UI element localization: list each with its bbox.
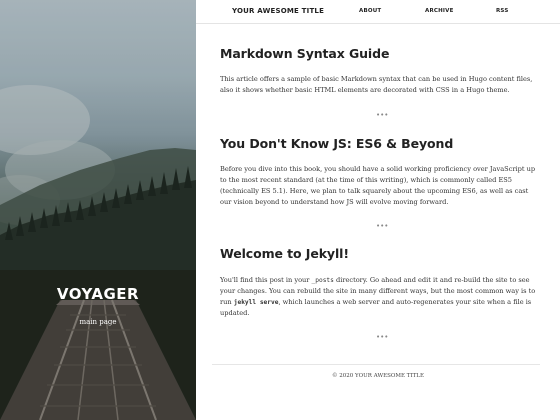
footer-copyright: © 2020 YOUR AWESOME TITLE xyxy=(332,373,424,379)
summary-text: You'll find this post in your xyxy=(220,276,312,284)
post-title-markdown-syntax-guide[interactable]: Markdown Syntax Guide xyxy=(220,46,389,61)
hero-subtitle: main page xyxy=(79,318,117,326)
post-title-es6-beyond[interactable]: You Don't Know JS: ES6 & Beyond xyxy=(220,136,453,151)
hero-panel: VOYAGER main page xyxy=(0,0,196,420)
post-summary: You'll find this post in your _posts dir… xyxy=(220,275,540,319)
post-separator: ••• xyxy=(376,333,389,341)
nav-link-about[interactable]: ABOUT xyxy=(359,8,381,14)
hero-title[interactable]: VOYAGER xyxy=(0,285,196,303)
inline-code: _posts xyxy=(311,277,334,284)
site-title-link[interactable]: YOUR AWESOME TITLE xyxy=(232,7,324,15)
footer-divider xyxy=(212,364,540,365)
post-summary: Before you dive into this book, you shou… xyxy=(220,165,536,206)
post-separator: ••• xyxy=(376,222,389,230)
post-separator: ••• xyxy=(376,111,389,119)
top-navbar: YOUR AWESOME TITLE ABOUT ARCHIVE RSS xyxy=(196,0,560,24)
post-title-welcome-to-jekyll[interactable]: Welcome to Jekyll! xyxy=(220,246,349,261)
inline-code: jekyll serve xyxy=(233,299,279,306)
hero-overlay xyxy=(0,0,196,420)
nav-link-archive[interactable]: ARCHIVE xyxy=(425,8,454,14)
post-summary: This article offers a sample of basic Ma… xyxy=(220,75,533,94)
nav-link-rss[interactable]: RSS xyxy=(496,8,509,14)
